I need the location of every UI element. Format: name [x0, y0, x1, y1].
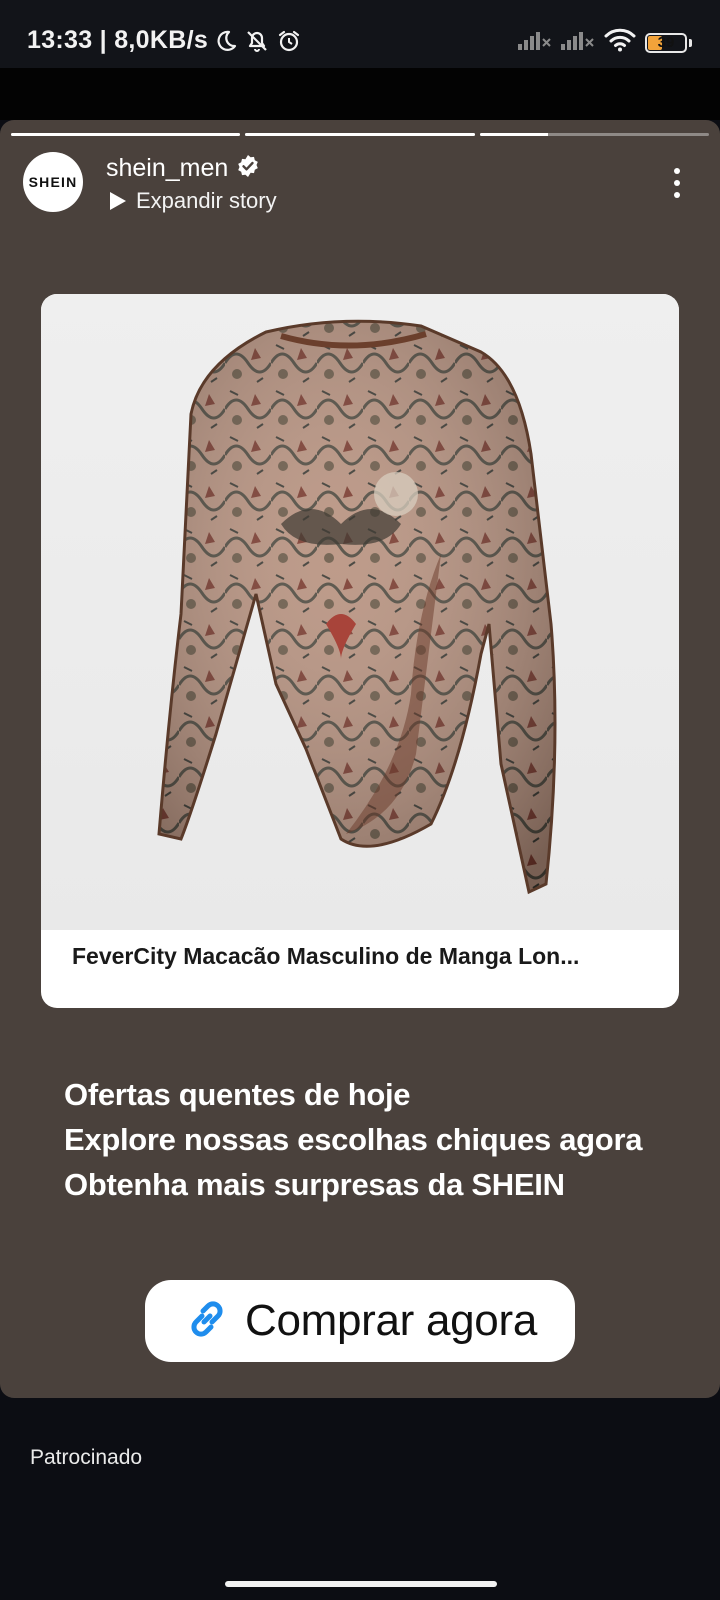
status-time-speed: 13:33 | 8,0KB/s	[27, 26, 209, 54]
promo-line-2: Explore nossas escolhas chiques agora	[64, 1122, 643, 1157]
link-icon	[183, 1295, 231, 1348]
sponsored-label: Patrocinado	[30, 1446, 143, 1469]
expand-story-label: Expandir story	[136, 188, 277, 213]
shop-now-button[interactable]: Comprar agora	[145, 1280, 575, 1362]
moon-icon	[214, 29, 238, 53]
progress-segment-1	[11, 133, 241, 136]
username[interactable]: shein_men	[106, 154, 228, 183]
expand-story-button[interactable]: Expandir story	[110, 188, 277, 214]
promo-line-3: Obtenha mais surpresas da SHEIN	[64, 1167, 565, 1202]
progress-segment-2	[245, 133, 475, 136]
progress-fill	[11, 133, 241, 136]
battery-level: 39	[657, 33, 675, 51]
shop-now-label: Comprar agora	[244, 1296, 537, 1345]
signal-icon	[518, 30, 552, 55]
home-indicator[interactable]	[225, 1581, 497, 1587]
promo-line-1: Ofertas quentes de hoje	[64, 1077, 411, 1112]
story-viewer[interactable]: SHEIN shein_men Expandir story FeverCity…	[0, 120, 720, 1398]
product-card[interactable]: FeverCity Macacão Masculino de Manga Lon…	[41, 294, 679, 1008]
product-title[interactable]: FeverCity Macacão Masculino de Manga Lon…	[72, 943, 652, 970]
story-progress-bar	[11, 133, 709, 136]
top-spacer	[0, 68, 720, 120]
more-options-icon[interactable]	[674, 168, 680, 198]
play-icon	[110, 192, 126, 210]
product-image[interactable]	[41, 294, 679, 930]
battery-icon: 39	[645, 32, 687, 53]
signal-icon-2	[561, 30, 595, 55]
wifi-icon	[604, 28, 636, 57]
battery-tip	[689, 38, 692, 47]
promo-text-block: Ofertas quentes de hoje Explore nossas e…	[64, 1072, 642, 1207]
progress-fill	[245, 133, 475, 136]
status-left: 13:33 | 8,0KB/s	[27, 26, 302, 55]
progress-fill	[479, 133, 549, 136]
bodysuit-illustration	[157, 319, 557, 895]
status-bar: 13:33 | 8,0KB/s 39	[0, 0, 720, 68]
progress-segment-3	[479, 133, 709, 136]
bell-off-icon	[244, 28, 270, 54]
status-right: 39	[518, 28, 692, 57]
avatar[interactable]: SHEIN	[23, 152, 83, 212]
verified-badge-icon	[236, 154, 260, 183]
avatar-logo-text: SHEIN	[28, 174, 78, 190]
alarm-icon	[276, 28, 302, 54]
account-name-row[interactable]: shein_men	[106, 154, 260, 183]
